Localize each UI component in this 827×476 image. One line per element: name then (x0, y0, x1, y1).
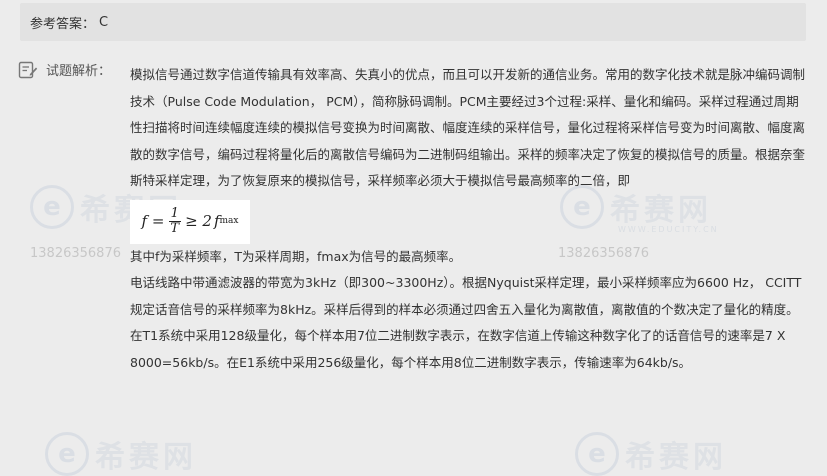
analysis-paragraph: 模拟信号通过数字信道传输具有效率高、失真小的优点，而且可以开发新的通信业务。常用… (130, 67, 806, 188)
watermark-logo-icon: e (575, 432, 619, 476)
formula-numerator: 1 (168, 206, 181, 222)
watermark-logo-icon: e (30, 185, 74, 229)
analysis-paragraph: 电话线路中带通滤波器的带宽为3kHz（即300~3300Hz）。根据Nyquis… (130, 275, 802, 370)
formula-fraction: 1 T (168, 207, 181, 236)
answer-value: C (99, 14, 109, 30)
watermark-bottom-left: e 希赛网 (45, 432, 197, 476)
analysis-header: 试题解析： (18, 60, 111, 79)
analysis-paragraph: 其中f为采样频率，T为采样周期，fmax为信号的最高频率。 (130, 248, 462, 264)
formula-rhs-sub: max (219, 216, 239, 227)
watermark-brand: 希赛网 (625, 440, 727, 475)
watermark-bottom-right: e 希赛网 (575, 432, 727, 476)
reference-answer-box: 参考答案： C (20, 3, 806, 41)
analysis-content: 模拟信号通过数字信道传输具有效率高、失真小的优点，而且可以开发新的通信业务。常用… (130, 62, 808, 376)
formula-lhs: f = (141, 212, 165, 231)
watermark-phone-left: 13826356876 (30, 246, 121, 261)
notes-icon (18, 61, 38, 78)
formula-rhs: ≥ 2 (185, 212, 212, 231)
answer-label: 参考答案： (30, 16, 96, 32)
watermark-brand: 希赛网 (95, 440, 197, 475)
formula-denominator: T (170, 221, 180, 236)
analysis-label: 试题解析： (46, 64, 112, 79)
sampling-formula: f = 1 T ≥ 2 f max (130, 199, 250, 244)
watermark-logo-icon: e (45, 432, 89, 476)
